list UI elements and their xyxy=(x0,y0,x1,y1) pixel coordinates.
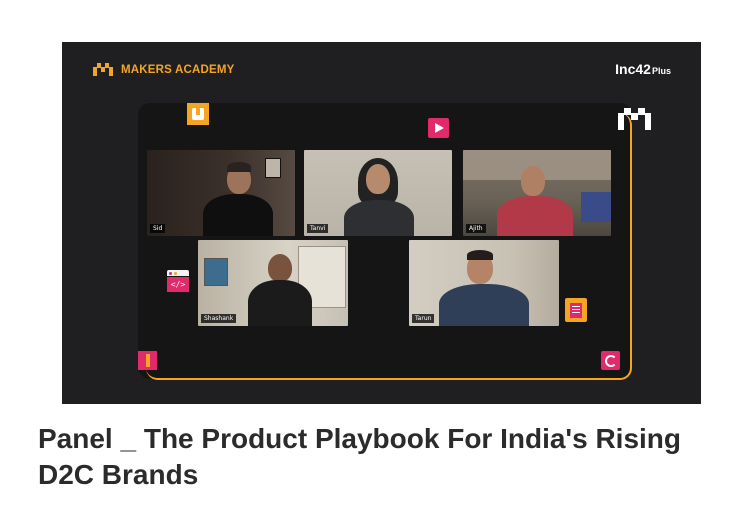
participant-tile-shashank[interactable]: Shashank xyxy=(198,240,348,326)
participant-tile-tarun[interactable]: Tarun xyxy=(409,240,559,326)
play-icon xyxy=(428,118,449,138)
video-thumbnail[interactable]: MAKERS ACADEMY Inc42Plus </> Sid Tanvi A… xyxy=(62,42,701,404)
brand-name: MAKERS ACADEMY xyxy=(121,63,235,76)
participant-tile-sid[interactable]: Sid xyxy=(147,150,295,236)
participant-name: Shashank xyxy=(201,314,237,323)
inc42-plus-logo: Inc42Plus xyxy=(615,61,671,77)
makers-academy-logo: MAKERS ACADEMY xyxy=(93,63,235,76)
tool-icon xyxy=(138,351,157,370)
participant-name: Sid xyxy=(150,224,166,233)
participant-name: Tarun xyxy=(412,314,435,323)
participant-name: Ajith xyxy=(466,224,486,233)
code-icon: </> xyxy=(167,270,189,292)
participant-tile-tanvi[interactable]: Tanvi xyxy=(304,150,452,236)
hand-pointer-icon xyxy=(187,103,209,125)
refresh-icon xyxy=(601,351,620,370)
participant-tile-ajith[interactable]: Ajith xyxy=(463,150,611,236)
video-title[interactable]: Panel _ The Product Playbook For India's… xyxy=(38,421,718,493)
clipboard-icon xyxy=(565,298,587,322)
makers-m-icon xyxy=(618,108,652,130)
participant-name: Tanvi xyxy=(307,224,329,233)
makers-academy-mark-icon xyxy=(93,63,115,76)
